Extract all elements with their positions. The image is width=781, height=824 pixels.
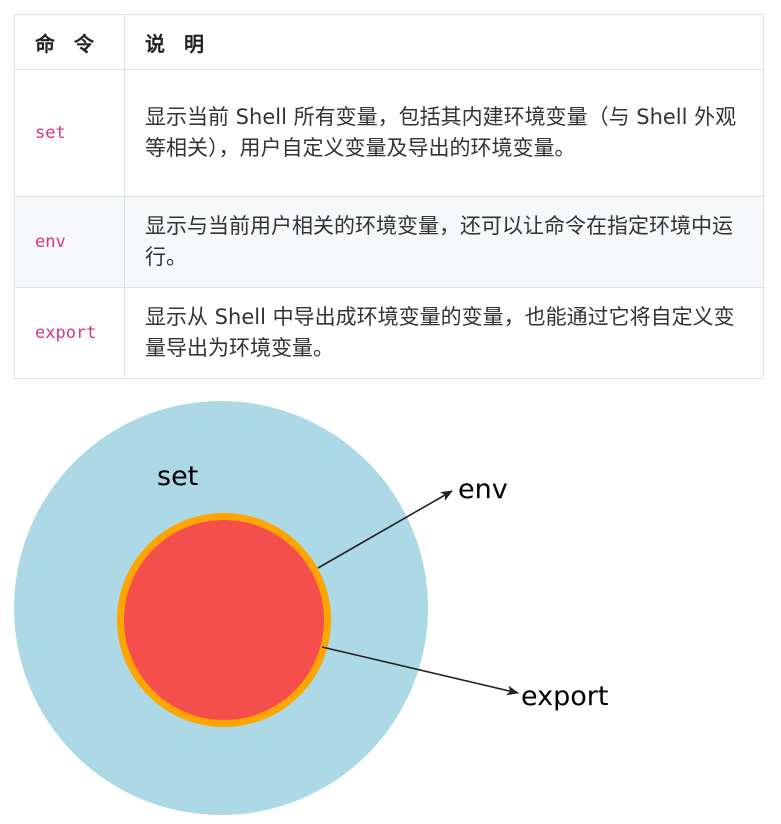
export-label: export — [521, 681, 608, 712]
header-description: 说 明 — [124, 14, 764, 70]
variable-scope-diagram: set env export — [14, 401, 608, 815]
command-cell: env — [14, 196, 125, 288]
export-scope-circle — [124, 520, 324, 720]
env-label: env — [458, 474, 508, 505]
description-cell: 显示当前 Shell 所有变量，包括其内建环境变量（与 Shell 外观等相关）… — [124, 69, 764, 197]
table-row: export 显示从 Shell 中导出成环境变量的变量，也能通过它将自定义变量… — [14, 287, 764, 379]
table-row: env 显示与当前用户相关的环境变量，还可以让命令在指定环境中运行。 — [14, 196, 764, 288]
command-cell: set — [14, 69, 125, 197]
table-header-row: 命 令 说 明 — [14, 14, 764, 70]
table-row: set 显示当前 Shell 所有变量，包括其内建环境变量（与 Shell 外观… — [14, 69, 764, 197]
description-cell: 显示与当前用户相关的环境变量，还可以让命令在指定环境中运行。 — [124, 196, 764, 288]
command-table: 命 令 说 明 set 显示当前 Shell 所有变量，包括其内建环境变量（与 … — [14, 14, 764, 379]
description-cell: 显示从 Shell 中导出成环境变量的变量，也能通过它将自定义变量导出为环境变量… — [124, 287, 764, 379]
command-cell: export — [14, 287, 125, 379]
header-command: 命 令 — [14, 14, 125, 70]
set-label: set — [157, 461, 198, 492]
